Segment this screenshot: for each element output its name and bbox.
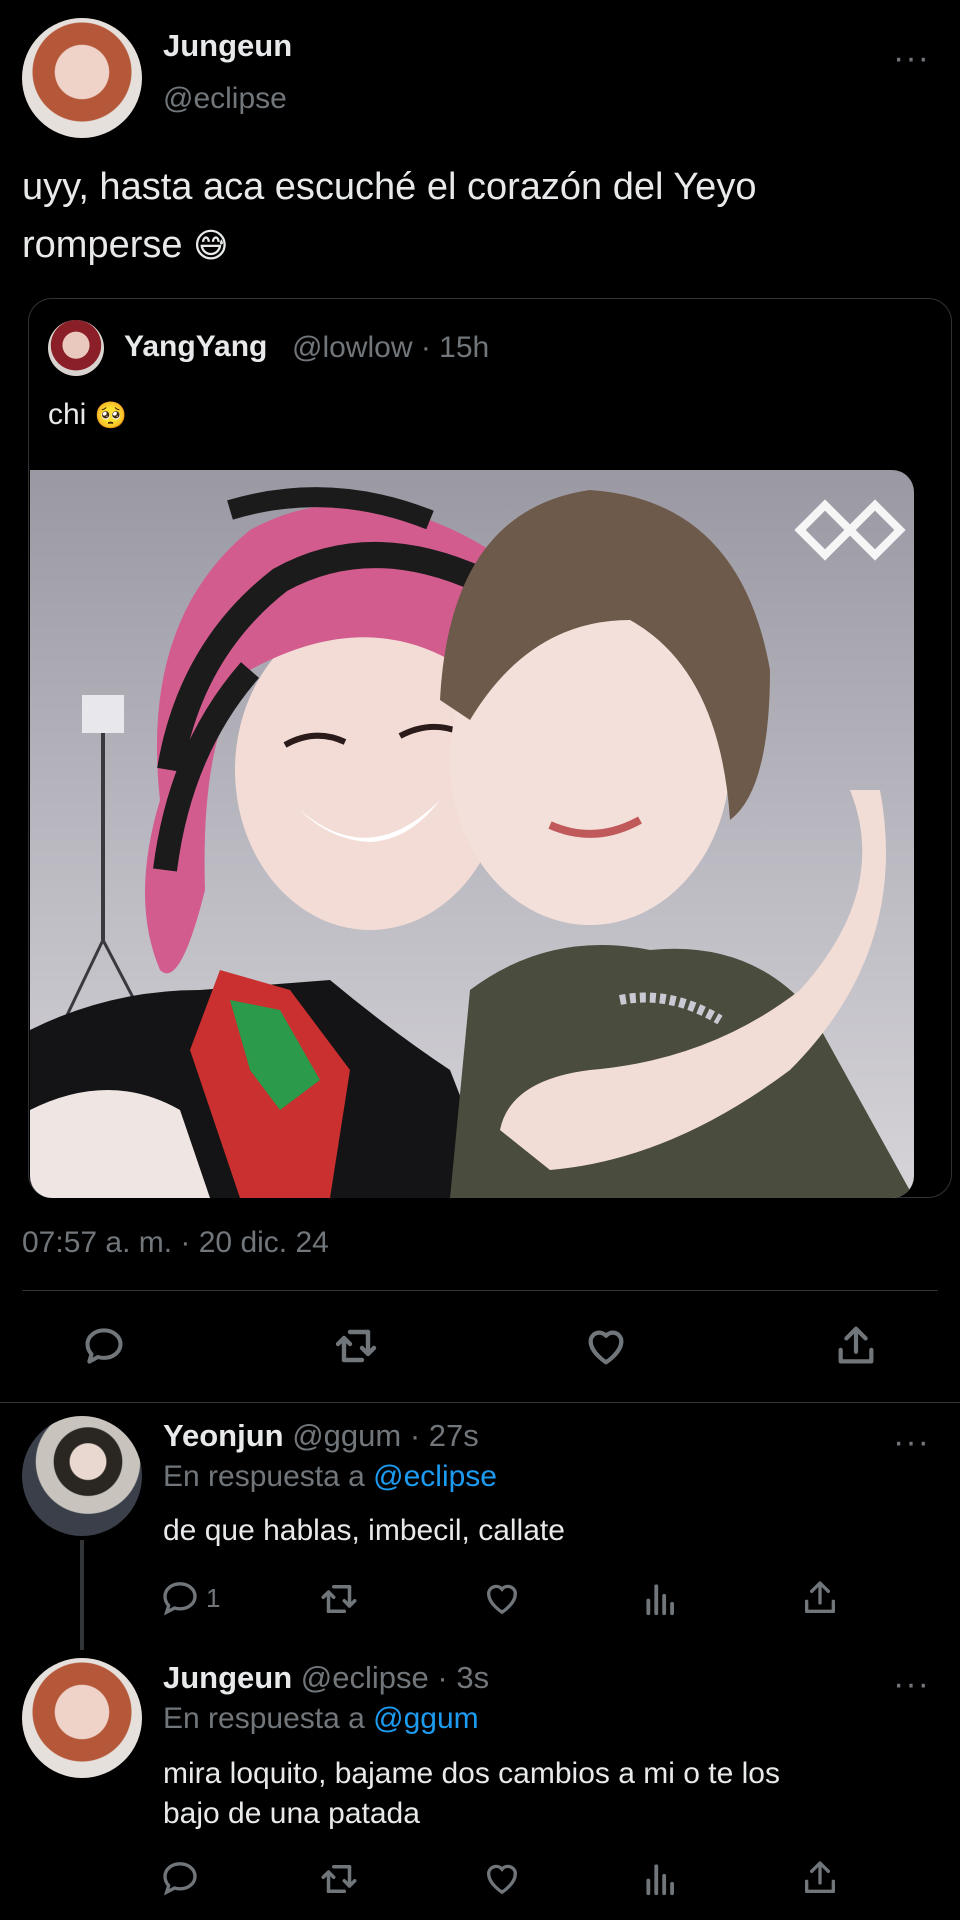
retweet-icon <box>321 1865 357 1893</box>
reply1-handle[interactable]: @ggum <box>292 1418 401 1453</box>
reply1-mention[interactable]: @eclipse <box>373 1460 497 1493</box>
reply1-reply-count: 1 <box>206 1582 221 1613</box>
share-button[interactable] <box>828 1318 884 1374</box>
pleading-emoji: 🥺 <box>94 400 128 430</box>
quoted-author-meta: @lowlow · 15h <box>292 331 489 365</box>
reply1-retweet-button[interactable] <box>318 1578 360 1625</box>
sweat-smile-emoji: 😅 <box>193 227 229 265</box>
retweet-button[interactable] <box>328 1318 384 1374</box>
like-icon <box>486 1584 518 1615</box>
reply1-text: de que hablas, imbecil, callate <box>163 1514 565 1547</box>
reply1-context-prefix: En respuesta a <box>163 1460 365 1493</box>
thread-line <box>80 1540 84 1650</box>
main-tweet-line2: romperse <box>22 224 183 266</box>
reply2-header: Jungeun @eclipse · 3s <box>163 1660 489 1696</box>
reply2-time: · 3s <box>437 1660 490 1695</box>
quoted-photo[interactable] <box>30 470 914 1198</box>
reply2-retweet-button[interactable] <box>318 1858 360 1905</box>
section-divider <box>0 1402 960 1403</box>
quoted-time: · 15h <box>420 331 490 364</box>
quoted-author-avatar[interactable] <box>48 320 104 376</box>
reply2-mention[interactable]: @ggum <box>373 1702 479 1735</box>
reply1-context: En respuesta a @eclipse <box>163 1460 497 1494</box>
reply2-share-button[interactable] <box>800 1858 840 1903</box>
reply2-name[interactable]: Jungeun <box>163 1660 292 1695</box>
reply2-views-button[interactable] <box>642 1860 680 1903</box>
quoted-author-handle[interactable]: @lowlow <box>292 331 412 364</box>
reply2-text: mira loquito, bajame dos cambios a mi o … <box>163 1754 780 1834</box>
reply-button[interactable] <box>76 1318 132 1374</box>
reply2-context-prefix: En respuesta a <box>163 1702 365 1735</box>
more-icon[interactable]: ··· <box>893 1667 930 1701</box>
photo-illustration <box>30 487 914 1198</box>
reply2-text-line1: mira loquito, bajame dos cambios a mi o … <box>163 1757 780 1790</box>
tweet-timestamp[interactable]: 07:57 a. m. · 20 dic. 24 <box>22 1226 329 1260</box>
reply2-like-button[interactable] <box>482 1858 522 1903</box>
views-icon <box>646 1864 674 1896</box>
reply1-time: · 27s <box>409 1418 479 1453</box>
quoted-tweet-text: chi 🥺 <box>48 398 127 432</box>
reply-icon <box>163 1582 197 1616</box>
reply2-avatar[interactable] <box>22 1658 142 1778</box>
reply2-text-line2: bajo de una patada <box>163 1797 420 1830</box>
share-icon <box>805 1581 835 1613</box>
divider <box>22 1290 938 1291</box>
main-author-name[interactable]: Jungeun <box>163 28 292 64</box>
like-icon <box>486 1864 518 1895</box>
reply1-reply-button[interactable]: 1 <box>160 1578 220 1618</box>
views-icon <box>646 1584 674 1616</box>
reply1-header: Yeonjun @ggum · 27s <box>163 1418 479 1454</box>
share-icon <box>805 1861 835 1893</box>
quoted-text: chi <box>48 398 87 431</box>
like-button[interactable] <box>578 1318 634 1374</box>
share-icon <box>838 1326 874 1364</box>
reply-icon <box>163 1862 197 1896</box>
main-author-avatar[interactable] <box>22 18 142 138</box>
reply2-reply-button[interactable] <box>160 1858 200 1903</box>
retweet-icon <box>335 1329 377 1363</box>
main-author-handle[interactable]: @eclipse <box>163 82 287 116</box>
like-icon <box>588 1330 624 1365</box>
reply1-name[interactable]: Yeonjun <box>163 1418 284 1453</box>
more-icon[interactable]: ··· <box>893 1425 930 1459</box>
main-tweet-line1: uyy, hasta aca escuché el corazón del Ye… <box>22 166 757 208</box>
reply1-like-button[interactable] <box>482 1578 522 1623</box>
quoted-author-name[interactable]: YangYang <box>124 330 267 364</box>
reply1-avatar[interactable] <box>22 1416 142 1536</box>
reply2-handle[interactable]: @eclipse <box>301 1660 429 1695</box>
more-icon[interactable]: ··· <box>893 41 930 75</box>
retweet-icon <box>321 1585 357 1613</box>
reply2-context: En respuesta a @ggum <box>163 1702 479 1736</box>
main-tweet-text: uyy, hasta aca escuché el corazón del Ye… <box>22 158 922 275</box>
reply1-share-button[interactable] <box>800 1578 840 1623</box>
reply-icon <box>85 1328 123 1364</box>
reply1-views-button[interactable] <box>642 1580 680 1623</box>
